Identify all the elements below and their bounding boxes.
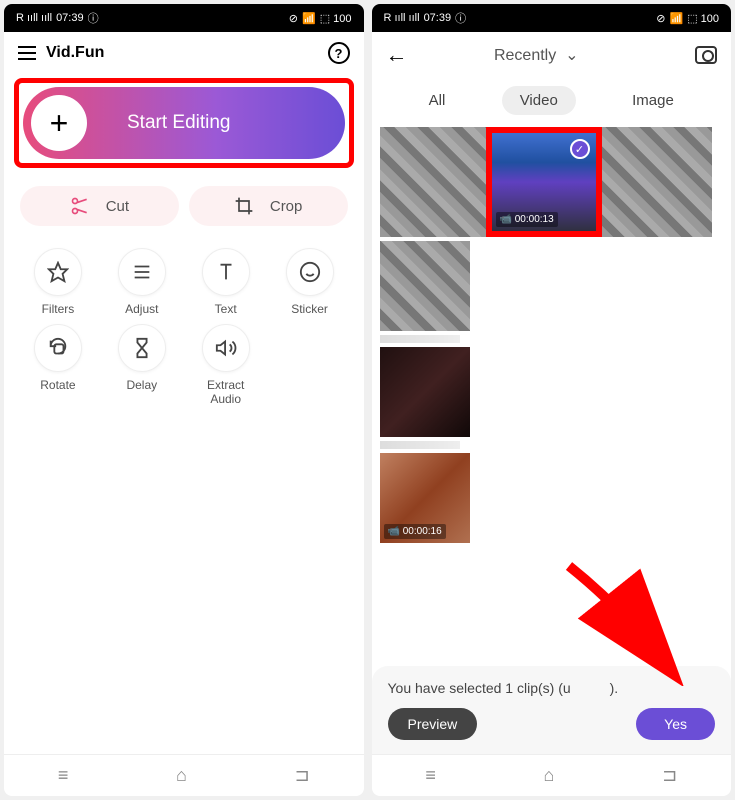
crop-icon [234, 196, 254, 216]
gallery-header: ← Recently ⌄ [372, 32, 732, 78]
nav-bar: ≡ ⌂ ⊐ [372, 754, 732, 796]
delay-label: Delay [126, 378, 157, 392]
audio-icon [215, 337, 237, 359]
start-editing-highlight: + Start Editing [14, 78, 354, 168]
right-phone-screen: R ııll ııll 07:39 ⓘ ⊘📶⬚ 100 ← Recently ⌄… [372, 4, 732, 796]
nav-back-icon[interactable]: ⊐ [662, 765, 677, 786]
hourglass-icon [131, 337, 153, 359]
text-icon [215, 261, 237, 283]
tab-all[interactable]: All [411, 86, 464, 115]
nav-bar: ≡ ⌂ ⊐ [4, 754, 364, 796]
adjust-label: Adjust [125, 302, 158, 316]
rotate-icon [47, 337, 69, 359]
video-duration: 📹 00:00:16 [384, 524, 446, 539]
filters-label: Filters [42, 302, 75, 316]
date-group-label [380, 441, 460, 449]
sliders-icon [131, 261, 153, 283]
gallery-folder-dropdown[interactable]: Recently ⌄ [388, 45, 686, 65]
preview-button[interactable]: Preview [388, 708, 478, 740]
tool-grid: Filters Adjust Text Sticker Rotate Delay… [4, 236, 364, 418]
video-thumbnail-selected[interactable]: ✓ 📹 00:00:13 [486, 127, 602, 237]
left-phone-screen: R ııll ııll 07:39 ⓘ ⊘📶⬚ 100 Vid.Fun ? + … [4, 4, 364, 796]
plus-icon: + [31, 95, 87, 151]
start-editing-button[interactable]: + Start Editing [23, 87, 345, 159]
status-time: 07:39 [56, 12, 84, 24]
scissors-icon [70, 196, 90, 216]
smile-icon [299, 261, 321, 283]
rotate-tool[interactable]: Rotate [20, 324, 96, 406]
video-duration: 📹 00:00:13 [496, 212, 558, 227]
chevron-down-icon: ⌄ [565, 47, 578, 64]
video-thumbnail[interactable] [380, 127, 486, 237]
nav-recent-icon[interactable]: ≡ [425, 765, 436, 786]
tab-video[interactable]: Video [502, 86, 576, 115]
app-header: Vid.Fun ? [4, 32, 364, 74]
adjust-tool[interactable]: Adjust [104, 248, 180, 316]
nav-home-icon[interactable]: ⌂ [176, 765, 187, 786]
help-icon[interactable]: ? [328, 42, 350, 64]
video-thumbnail[interactable]: 📹 00:00:16 [380, 453, 470, 543]
gallery-grid: ✓ 📹 00:00:13 📹 00:00:16 [372, 123, 732, 666]
selection-text: You have selected 1 clip(s) (u ). [388, 680, 716, 696]
cut-button[interactable]: Cut [20, 186, 179, 226]
star-icon [47, 261, 69, 283]
video-thumbnail[interactable] [602, 127, 712, 237]
start-editing-label: Start Editing [127, 112, 231, 134]
check-badge-icon: ✓ [570, 139, 590, 159]
nav-back-icon[interactable]: ⊐ [295, 765, 310, 786]
video-thumbnail[interactable] [380, 241, 470, 331]
yes-button[interactable]: Yes [636, 708, 715, 740]
sticker-tool[interactable]: Sticker [272, 248, 348, 316]
delay-tool[interactable]: Delay [104, 324, 180, 406]
quick-tools-row: Cut Crop [4, 172, 364, 236]
tab-image[interactable]: Image [614, 86, 692, 115]
media-tabs: All Video Image [372, 78, 732, 123]
nav-recent-icon[interactable]: ≡ [58, 765, 69, 786]
text-label: Text [215, 302, 237, 316]
video-thumbnail[interactable] [380, 347, 470, 437]
extract-audio-tool[interactable]: Extract Audio [188, 324, 264, 406]
signal-text: R ııll ııll [16, 12, 52, 24]
crop-button[interactable]: Crop [189, 186, 348, 226]
app-title: Vid.Fun [46, 44, 318, 62]
status-bar: R ııll ııll 07:39 ⓘ ⊘📶⬚ 100 [372, 4, 732, 32]
selection-sheet: You have selected 1 clip(s) (u ). Previe… [372, 666, 732, 754]
hamburger-menu-icon[interactable] [18, 46, 36, 60]
crop-label: Crop [270, 198, 303, 215]
status-bar: R ııll ııll 07:39 ⓘ ⊘📶⬚ 100 [4, 4, 364, 32]
sticker-label: Sticker [291, 302, 328, 316]
filters-tool[interactable]: Filters [20, 248, 96, 316]
camera-icon[interactable] [695, 46, 717, 64]
cut-label: Cut [106, 198, 129, 215]
date-group-label [380, 335, 460, 343]
nav-home-icon[interactable]: ⌂ [544, 765, 555, 786]
text-tool[interactable]: Text [188, 248, 264, 316]
extract-audio-label: Extract Audio [207, 378, 244, 406]
rotate-label: Rotate [40, 378, 75, 392]
